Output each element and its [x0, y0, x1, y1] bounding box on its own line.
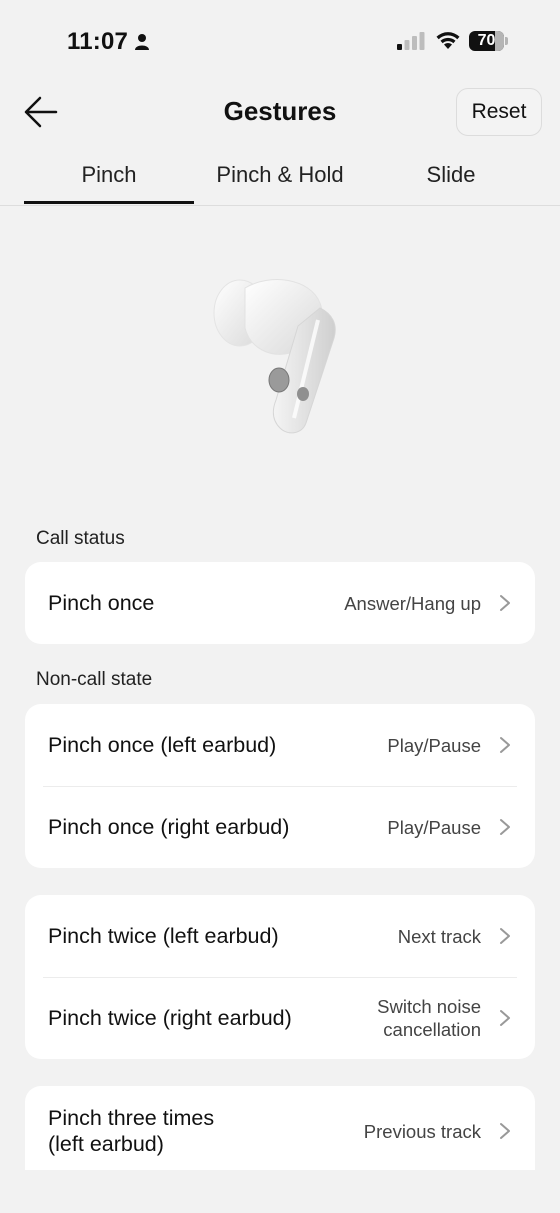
row-label: Pinch once: [48, 591, 155, 615]
person-icon: [135, 34, 150, 50]
row-label: Pinch twice (left earbud): [48, 924, 279, 948]
call-status-card: Pinch once Answer/Hang up: [25, 562, 535, 644]
reset-button[interactable]: Reset: [456, 88, 542, 136]
chevron-right-icon: [500, 1123, 510, 1139]
list-item[interactable]: Pinch twice (right earbud) Switch noise …: [25, 977, 535, 1059]
row-label-line-2: (left earbud): [48, 1132, 164, 1156]
row-value: Switch noise cancellation: [377, 995, 481, 1041]
chevron-right-icon: [500, 1010, 510, 1026]
row-value: Next track: [397, 925, 481, 947]
list-item[interactable]: Pinch three times (left earbud) Previous…: [25, 1086, 535, 1170]
tab-bar: Pinch Pinch & Hold Slide: [0, 150, 560, 206]
list-item[interactable]: Pinch once (left earbud) Play/Pause: [25, 704, 535, 786]
row-label: Pinch once (right earbud): [48, 815, 290, 839]
status-time: 11:07: [67, 28, 150, 56]
row-value: Play/Pause: [387, 816, 481, 838]
active-tab-indicator: [24, 201, 194, 204]
status-bar: 11:07 70: [0, 0, 560, 84]
tab-pinch[interactable]: Pinch: [24, 150, 194, 204]
battery-level: 70: [477, 32, 496, 49]
chevron-right-icon: [500, 737, 510, 753]
earbud-image: [213, 279, 336, 434]
row-label: Pinch three times (left earbud): [48, 1105, 364, 1157]
section-label-non-call: Non-call state: [36, 669, 153, 690]
section-label-call-status: Call status: [36, 528, 125, 549]
row-value-line-2: cancellation: [383, 1019, 481, 1040]
time-text: 11:07: [67, 28, 129, 55]
row-value-line-1: Switch noise: [377, 996, 481, 1017]
row-value: Answer/Hang up: [344, 592, 481, 614]
tab-slide[interactable]: Slide: [366, 150, 536, 204]
row-value: Previous track: [363, 1120, 481, 1142]
list-item[interactable]: Pinch once Answer/Hang up: [25, 562, 535, 644]
battery-icon: 70: [469, 31, 509, 51]
chevron-right-icon: [500, 595, 510, 611]
row-label: Pinch once (left earbud): [48, 733, 277, 757]
tab-pinch-and-hold[interactable]: Pinch & Hold: [194, 150, 366, 204]
wifi-icon: [436, 32, 460, 49]
chevron-right-icon: [500, 819, 510, 835]
non-call-card-3: Pinch three times (left earbud) Previous…: [25, 1086, 535, 1170]
row-value: Play/Pause: [387, 734, 481, 756]
signal-icon: [397, 32, 425, 50]
chevron-right-icon: [500, 928, 510, 944]
list-item[interactable]: Pinch once (right earbud) Play/Pause: [25, 786, 535, 868]
list-item[interactable]: Pinch twice (left earbud) Next track: [25, 895, 535, 977]
row-label: Pinch twice (right earbud): [48, 1006, 292, 1030]
non-call-card-2: Pinch twice (left earbud) Next track Pin…: [25, 895, 535, 1059]
row-label-line-1: Pinch three times: [48, 1106, 215, 1130]
non-call-card-1: Pinch once (left earbud) Play/Pause Pinc…: [25, 704, 535, 868]
